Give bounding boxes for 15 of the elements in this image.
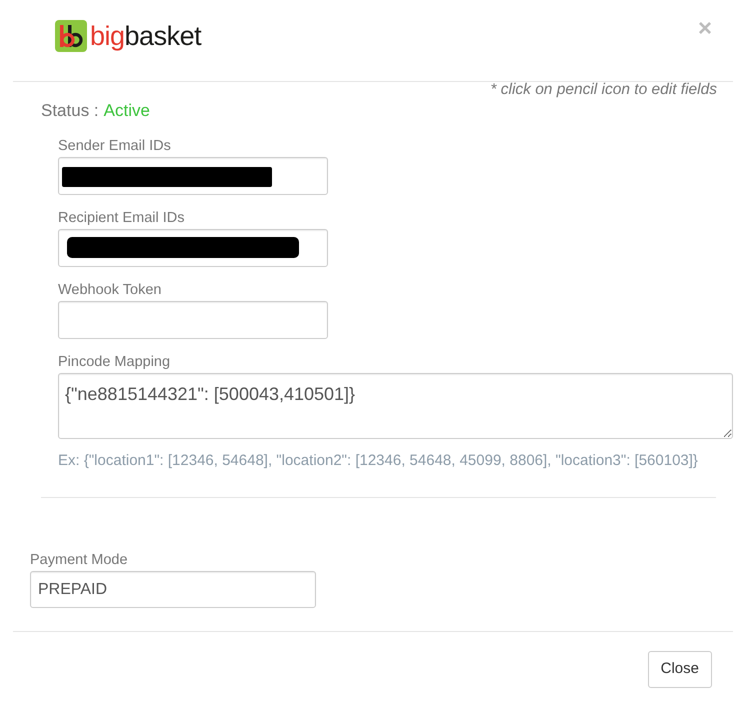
field-label: Payment Mode xyxy=(30,551,128,570)
field-label: Webhook Token xyxy=(58,281,162,300)
example-hint-text: Ex: {"location1": [12346, 54648], "location2": [12346, 54648, 45099, 8806], "location3": [560103]} xyxy=(58,453,698,469)
field-label: Recipient Email IDs xyxy=(58,209,185,228)
logo-wordmark: bigbasket xyxy=(90,20,202,52)
input-field[interactable]: PREPAID xyxy=(30,571,316,608)
close-button[interactable]: Close xyxy=(648,651,712,688)
textarea-field[interactable]: {"ne8815144321": [500043,410501]} xyxy=(58,373,733,439)
status-value: Active xyxy=(104,101,150,121)
field-label: Pincode Mapping xyxy=(58,353,170,372)
status-label: Status : xyxy=(41,101,99,121)
logo-icon xyxy=(55,20,87,52)
input-field[interactable] xyxy=(58,301,328,339)
field-label: Sender Email IDs xyxy=(58,137,171,156)
edit-hint-text: * click on pencil icon to edit fields xyxy=(490,82,717,98)
